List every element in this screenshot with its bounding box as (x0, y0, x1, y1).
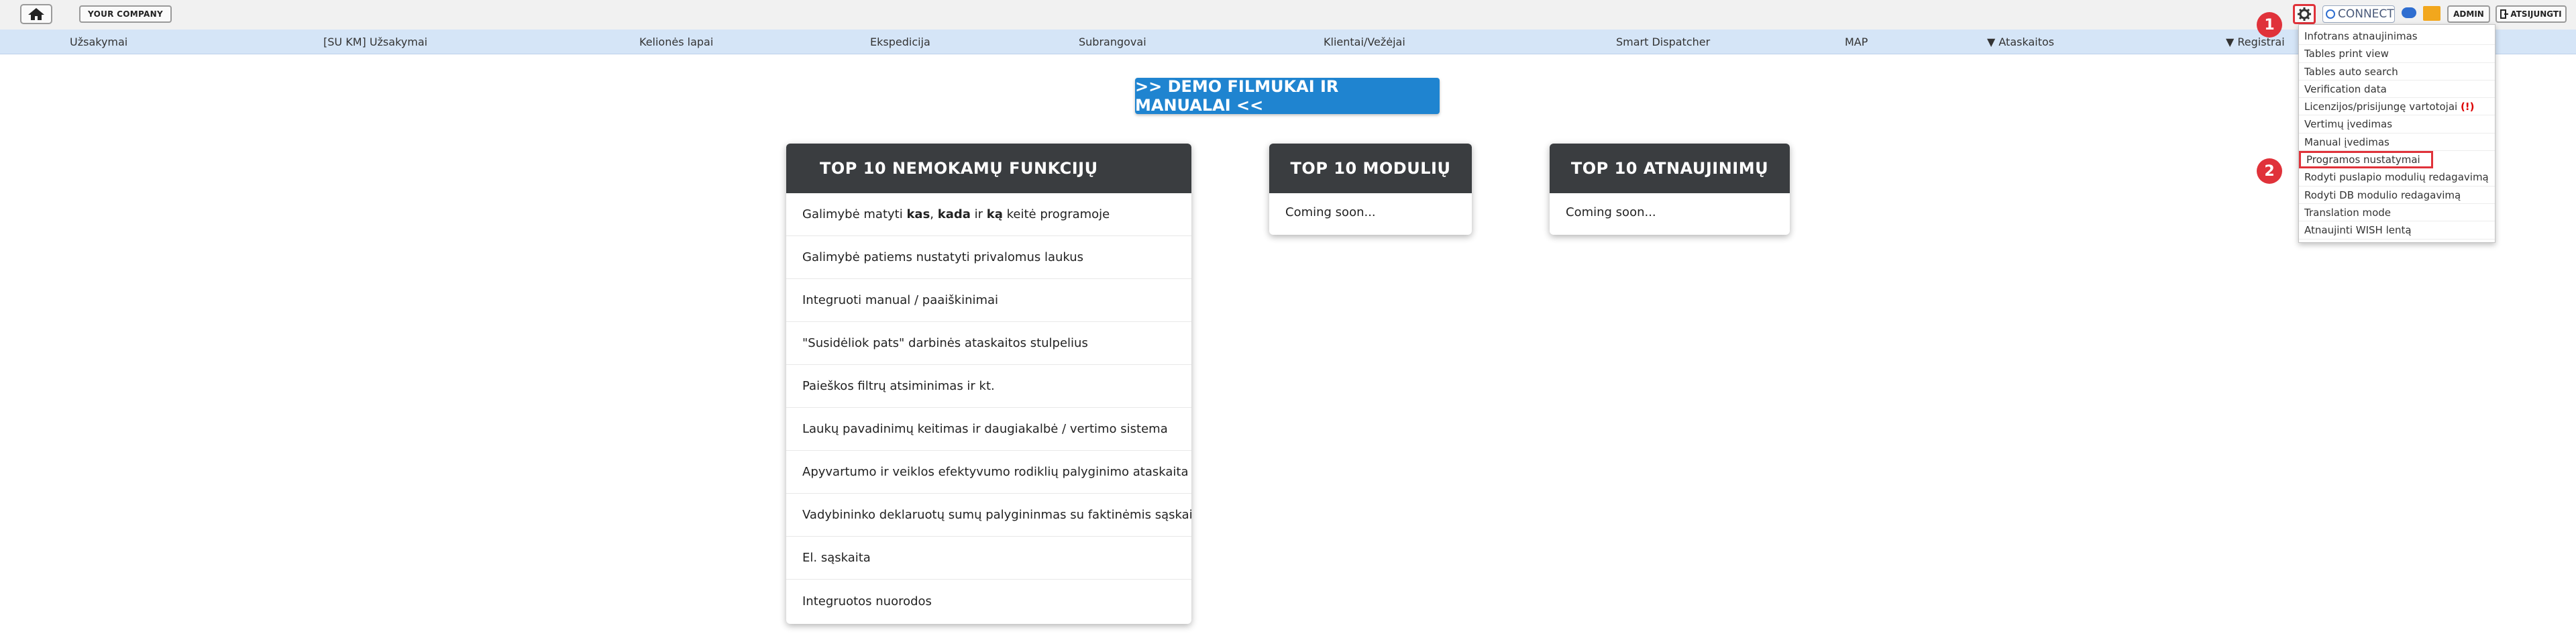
menu-item-wish-board[interactable]: Atnaujinti WISH lentą (2299, 221, 2495, 239)
top-free-functions-card: TOP 10 NEMOKAMŲ FUNKCIJŲ Galimybė matyti… (786, 144, 1191, 624)
nav-item-map[interactable]: MAP (1845, 36, 1868, 48)
folder-icon[interactable] (2423, 6, 2440, 21)
nav-item-reports[interactable]: ▼ Ataskaitos (1987, 36, 2054, 48)
nav-item-subcontractors[interactable]: Subrangovai (1079, 36, 1146, 48)
connect-icon (2326, 9, 2335, 19)
card-title: TOP 10 ATNAUJINIMŲ (1550, 144, 1790, 193)
menu-item-infotrans-update[interactable]: Infotrans atnaujinimas (2299, 28, 2495, 46)
list-item: Galimybė patiems nustatyti privalomus la… (786, 236, 1191, 279)
menu-item-page-module-editing[interactable]: Rodyti puslapio modulių redagavimą (2299, 168, 2495, 186)
card-title: TOP 10 NEMOKAMŲ FUNKCIJŲ (786, 144, 1191, 193)
menu-item-manual-entry[interactable]: Manual įvedimas (2299, 134, 2495, 152)
company-button[interactable]: YOUR COMPANY (79, 5, 172, 23)
menu-item-program-settings[interactable]: Programos nustatymai (2299, 151, 2433, 169)
card-title: TOP 10 MODULIŲ (1269, 144, 1472, 193)
nav-item-smart-dispatcher[interactable]: Smart Dispatcher (1616, 36, 1710, 48)
step-badge-2: 2 (2257, 158, 2282, 184)
menu-item-db-module-editing[interactable]: Rodyti DB modulio redagavimą (2299, 186, 2495, 204)
list-item: Laukų pavadinimų keitimas ir daugiakalbė… (786, 408, 1191, 451)
chat-icon[interactable] (2402, 7, 2416, 18)
menu-item-verification-data[interactable]: Verification data (2299, 81, 2495, 99)
connect-label: CONNECT (2338, 7, 2394, 21)
nav-item-expedition[interactable]: Ekspedicija (870, 36, 930, 48)
list-item: Integruotos nuorodos (802, 594, 932, 608)
nav-item-clients[interactable]: Klientai/Vežėjai (1324, 36, 1405, 48)
nav-item-orders-km[interactable]: [SU KM] Užsakymai (323, 36, 427, 48)
list-item: Vadybininko deklaruotų sumų palygininmas… (786, 494, 1191, 537)
menu-item-licenses[interactable]: Licenzijos/prisijungę vartotojai (!) (2299, 98, 2495, 116)
menu-item-tables-print-view[interactable]: Tables print view (2299, 45, 2495, 63)
logout-button[interactable]: ATSIJUNGTI (2496, 5, 2567, 23)
menu-item-translations[interactable]: Vertimų įvedimas (2299, 115, 2495, 134)
admin-button[interactable]: ADMIN (2447, 5, 2490, 23)
settings-dropdown: Infotrans atnaujinimas Tables print view… (2298, 24, 2496, 243)
menu-item-tables-auto-search[interactable]: Tables auto search (2299, 63, 2495, 81)
nav-item-trip-sheets[interactable]: Kelionės lapai (639, 36, 713, 48)
menu-item-translation-mode[interactable]: Translation mode (2299, 204, 2495, 222)
logout-label: ATSIJUNGTI (2510, 9, 2562, 19)
demo-manuals-button[interactable]: >> DEMO FILMUKAI IR MANUALAI << (1135, 77, 1440, 115)
top-modules-card: TOP 10 MODULIŲ Coming soon... (1269, 144, 1472, 235)
main-nav: Užsakymai [SU KM] Užsakymai Kelionės lap… (0, 30, 2576, 54)
step-badge-1: 1 (2257, 12, 2282, 38)
home-button[interactable] (20, 4, 52, 24)
list-item: Integruoti manual / paaiškinimai (786, 279, 1191, 322)
coming-soon-text: Coming soon... (1285, 205, 1376, 219)
logout-icon (2500, 9, 2509, 19)
coming-soon-text: Coming soon... (1566, 205, 1656, 219)
warning-mark: (!) (2460, 101, 2475, 113)
nav-item-orders[interactable]: Užsakymai (70, 36, 127, 48)
connect-button[interactable]: CONNECT (2322, 5, 2395, 23)
list-item: El. sąskaita (786, 537, 1191, 580)
settings-button[interactable] (2293, 4, 2316, 24)
list-item: "Susidėliok pats" darbinės ataskaitos st… (786, 322, 1191, 365)
nav-item-registers[interactable]: ▼ Registrai (2226, 36, 2285, 48)
list-item: Galimybė matyti kas, kada ir ką keitė pr… (786, 193, 1191, 236)
list-item: Apyvartumo ir veiklos efektyvumo rodikli… (786, 451, 1191, 494)
top-updates-card: TOP 10 ATNAUJINIMŲ Coming soon... (1550, 144, 1790, 235)
gear-icon (2298, 7, 2311, 21)
top-bar: YOUR COMPANY CONNECT ADMIN ATSIJUNGTI (0, 0, 2576, 30)
list-item: Paieškos filtrų atsiminimas ir kt. (786, 365, 1191, 408)
home-icon (28, 8, 44, 20)
